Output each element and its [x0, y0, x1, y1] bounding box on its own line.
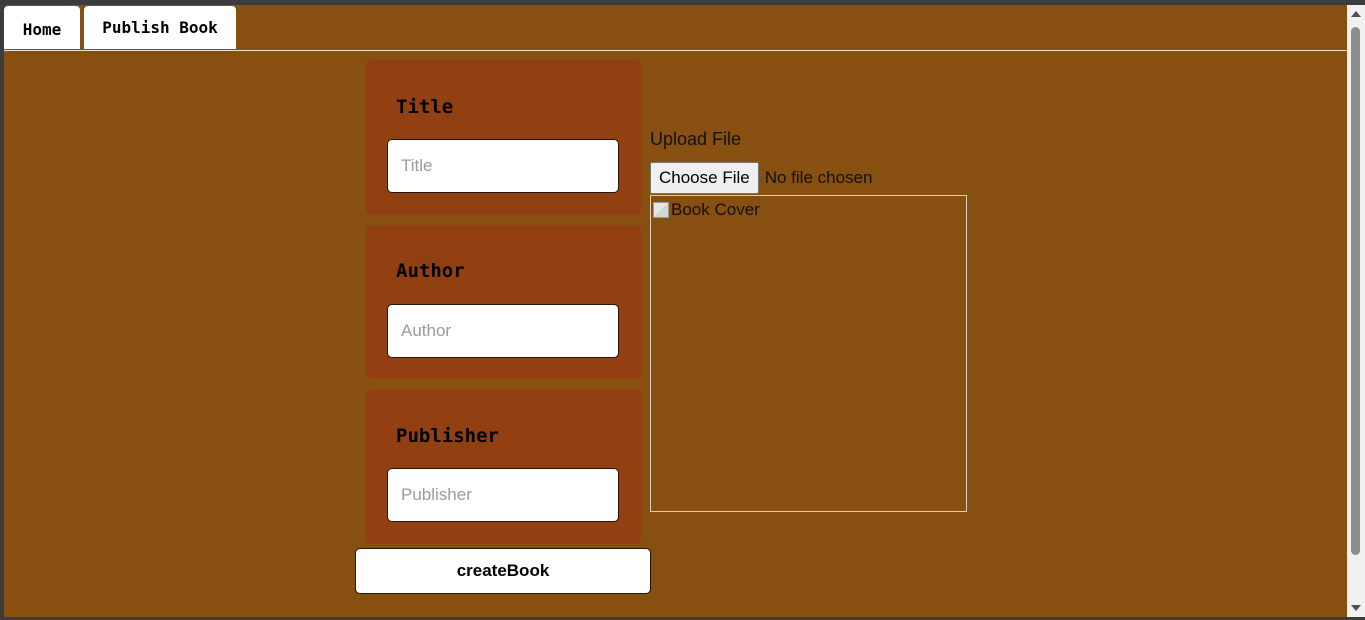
publisher-label: Publisher: [396, 425, 499, 447]
broken-image-icon: [653, 202, 669, 218]
title-label: Title: [396, 96, 454, 118]
file-status-text: No file chosen: [764, 168, 873, 187]
scroll-up-icon[interactable]: [1351, 11, 1361, 17]
publisher-input[interactable]: [387, 468, 619, 522]
book-cover-alt-text: Book Cover: [671, 200, 760, 219]
publisher-card: Publisher: [365, 389, 641, 544]
tab-publish-book[interactable]: Publish Book: [84, 6, 236, 49]
book-cover-alt: Book Cover: [653, 200, 760, 220]
author-label: Author: [396, 260, 465, 282]
vertical-scrollbar[interactable]: [1347, 5, 1365, 617]
file-picker: Choose File No file chosen: [650, 162, 872, 194]
tab-bar: Home Publish Book: [4, 5, 1347, 51]
scroll-thumb[interactable]: [1351, 27, 1360, 555]
create-book-button[interactable]: createBook: [355, 548, 651, 594]
book-cover-image: Book Cover: [650, 195, 967, 512]
tab-home[interactable]: Home: [4, 6, 80, 49]
scroll-down-icon[interactable]: [1351, 605, 1361, 611]
author-input[interactable]: [387, 304, 619, 358]
title-input[interactable]: [387, 139, 619, 193]
title-card: Title: [365, 60, 641, 215]
upload-file-label: Upload File: [650, 129, 742, 149]
choose-file-button[interactable]: Choose File: [650, 162, 759, 194]
author-card: Author: [365, 225, 641, 379]
